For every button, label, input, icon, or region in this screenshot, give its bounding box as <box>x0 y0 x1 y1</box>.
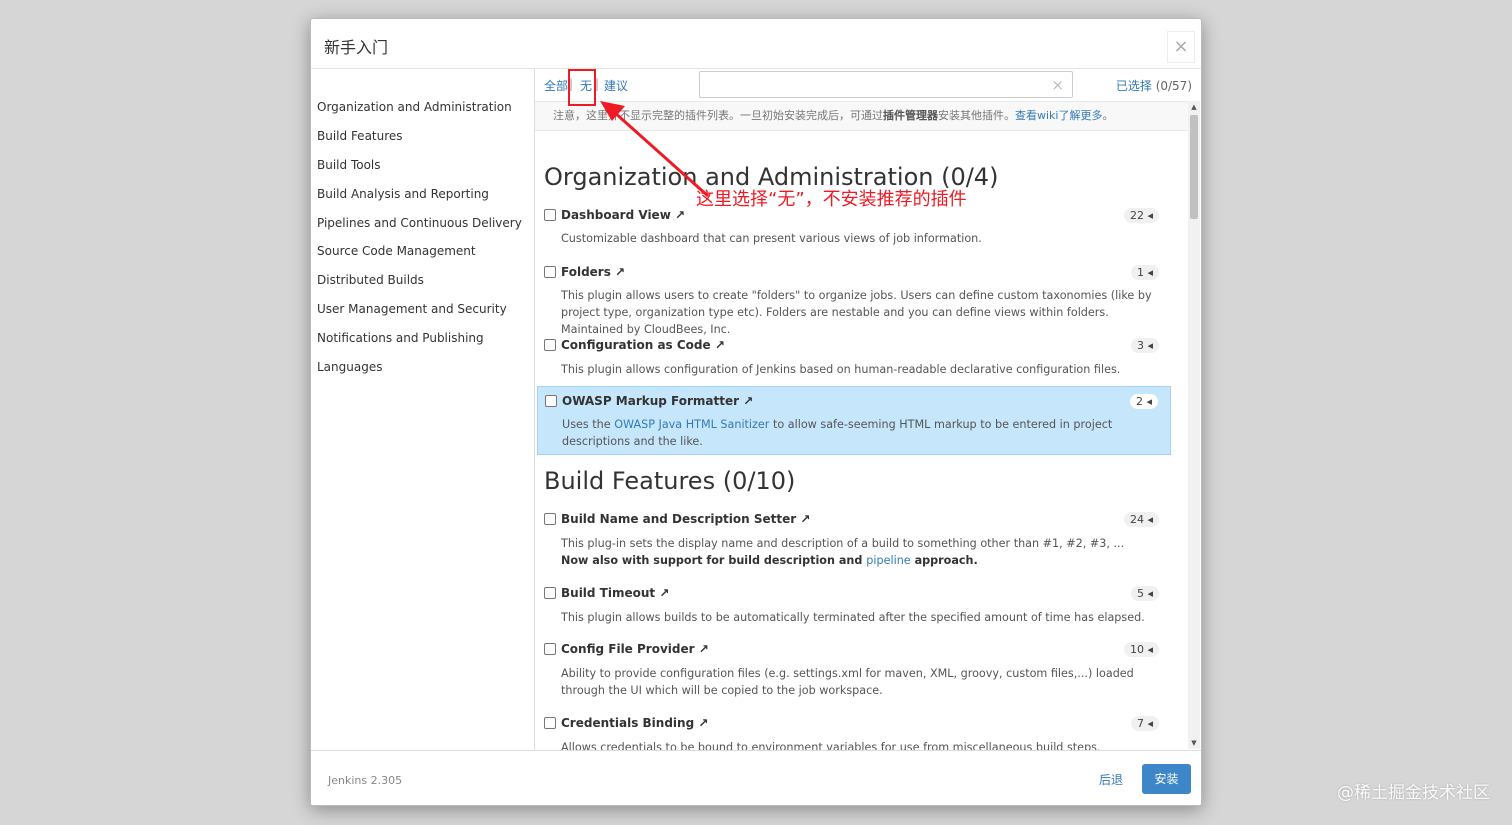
category-sidebar: Organization and Administration Build Fe… <box>311 69 535 750</box>
plugin-row: Dashboard View ↗ 22 ◂ Customizable dashb… <box>537 205 1171 251</box>
watermark: @稀土掘金技术社区 <box>1337 783 1490 803</box>
dialog-title: 新手入门 <box>324 38 389 57</box>
scroll-down-icon[interactable]: ▼ <box>1190 739 1198 747</box>
sidebar-item-build-tools[interactable]: Build Tools <box>317 158 381 172</box>
clear-search-icon[interactable]: × <box>1051 76 1064 94</box>
sidebar-item-user-management[interactable]: User Management and Security <box>317 302 507 316</box>
back-button[interactable]: 后退 <box>1099 771 1123 788</box>
annotation-highlight-box <box>568 69 596 106</box>
sidebar-item-scm[interactable]: Source Code Management <box>317 244 476 258</box>
dependency-count-badge[interactable]: 22 ◂ <box>1123 208 1159 223</box>
plugin-checkbox[interactable] <box>544 513 556 525</box>
plugin-checkbox[interactable] <box>544 266 556 278</box>
filter-all-link[interactable]: 全部 <box>544 77 568 94</box>
dependency-count-badge[interactable]: 7 ◂ <box>1130 716 1159 731</box>
plugin-checkbox[interactable] <box>544 587 556 599</box>
plugin-description: Ability to provide configuration files (… <box>561 667 1134 697</box>
notice-plugin-manager: 插件管理器 <box>883 109 938 122</box>
scroll-thumb[interactable] <box>1190 115 1198 219</box>
dialog-header: 新手入门 × <box>311 19 1201 69</box>
plugin-list-panel: 全部 | 无 | 建议 × 已选择 (0/57) 注意，这里并不显示完整的插件列… <box>535 69 1201 754</box>
plugin-checkbox[interactable] <box>544 339 556 351</box>
plugin-name-link[interactable]: Build Timeout ↗ <box>561 586 669 600</box>
plugin-row: Credentials Binding ↗ 7 ◂ Allows credent… <box>537 713 1171 754</box>
filter-bar: 全部 | 无 | 建议 × 已选择 (0/57) <box>535 69 1201 101</box>
plugin-name-link[interactable]: OWASP Markup Formatter ↗ <box>562 394 753 408</box>
selected-count-link[interactable]: 已选择 (0/57) <box>1116 77 1192 94</box>
plugin-description: This plug-in sets the display name and d… <box>561 537 1125 567</box>
plugin-name-link[interactable]: Folders ↗ <box>561 265 625 279</box>
sidebar-item-build-features[interactable]: Build Features <box>317 129 403 143</box>
pipeline-link[interactable]: pipeline <box>866 554 910 567</box>
notice-suffix: 。 <box>1102 109 1114 122</box>
owasp-sanitizer-link[interactable]: OWASP Java HTML Sanitizer <box>614 418 769 431</box>
selected-label: 已选择 <box>1115 79 1152 93</box>
plugin-name-link[interactable]: Configuration as Code ↗ <box>561 338 725 352</box>
plugin-name-link[interactable]: Config File Provider ↗ <box>561 642 709 656</box>
sidebar-item-organization[interactable]: Organization and Administration <box>317 100 512 114</box>
plugin-checkbox[interactable] <box>544 643 556 655</box>
plugin-list-scrollbar[interactable]: ▲ ▼ <box>1188 101 1200 749</box>
plugin-row: Config File Provider ↗ 10 ◂ Ability to p… <box>537 639 1171 699</box>
section-title-build-features: Build Features (0/10) <box>544 467 796 495</box>
sidebar-item-distributed-builds[interactable]: Distributed Builds <box>317 273 424 287</box>
plugin-row: Folders ↗ 1 ◂ This plugin allows users t… <box>537 262 1171 336</box>
close-icon[interactable]: × <box>1167 31 1195 63</box>
plugin-description: Uses the OWASP Java HTML Sanitizer to al… <box>562 418 1113 448</box>
plugin-checkbox[interactable] <box>544 209 556 221</box>
plugin-name-link[interactable]: Build Name and Description Setter ↗ <box>561 512 810 526</box>
jenkins-version: Jenkins 2.305 <box>328 774 403 787</box>
plugin-name-link[interactable]: Credentials Binding ↗ <box>561 716 708 730</box>
plugin-checkbox[interactable] <box>545 395 557 407</box>
plugin-row: Build Name and Description Setter ↗ 24 ◂… <box>537 509 1171 571</box>
notice-wiki-link[interactable]: 查看wiki了解更多 <box>1015 109 1102 122</box>
plugin-row-highlighted: OWASP Markup Formatter ↗ 2 ◂ Uses the OW… <box>537 386 1171 455</box>
sidebar-item-notifications[interactable]: Notifications and Publishing <box>317 331 484 345</box>
dependency-count-badge[interactable]: 10 ◂ <box>1123 642 1159 657</box>
plugin-description: Customizable dashboard that can present … <box>561 232 982 245</box>
plugin-search-input[interactable]: × <box>699 71 1073 98</box>
sidebar-item-build-analysis[interactable]: Build Analysis and Reporting <box>317 187 489 201</box>
dependency-count-badge[interactable]: 1 ◂ <box>1130 265 1159 280</box>
annotation-text: 这里选择“无”，不安装推荐的插件 <box>696 189 967 210</box>
install-button[interactable]: 安装 <box>1142 764 1191 794</box>
notice-bar: 注意，这里并不显示完整的插件列表。一旦初始安装完成后，可通过插件管理器安装其他插… <box>535 101 1188 131</box>
plugin-row: Configuration as Code ↗ 3 ◂ This plugin … <box>537 335 1171 379</box>
sidebar-item-languages[interactable]: Languages <box>317 360 382 374</box>
setup-wizard-dialog: 新手入门 × Organization and Administration B… <box>310 18 1202 806</box>
scroll-up-icon[interactable]: ▲ <box>1190 103 1198 111</box>
plugin-description: This plugin allows builds to be automati… <box>561 611 1145 624</box>
selected-count-value: (0/57) <box>1155 79 1192 93</box>
dependency-count-badge[interactable]: 5 ◂ <box>1130 586 1159 601</box>
notice-prefix: 注意，这里并不显示完整的插件列表。一旦初始安装完成后，可通过 <box>553 109 883 122</box>
plugin-description: This plugin allows users to create "fold… <box>561 289 1152 336</box>
dependency-count-badge[interactable]: 2 ◂ <box>1129 394 1158 409</box>
notice-middle: 安装其他插件。 <box>938 109 1015 122</box>
plugin-row: Build Timeout ↗ 5 ◂ This plugin allows b… <box>537 583 1171 627</box>
plugin-name-link[interactable]: Dashboard View ↗ <box>561 208 685 222</box>
plugin-checkbox[interactable] <box>544 717 556 729</box>
sidebar-item-pipelines[interactable]: Pipelines and Continuous Delivery <box>317 216 522 230</box>
dependency-count-badge[interactable]: 24 ◂ <box>1123 512 1159 527</box>
dialog-footer: Jenkins 2.305 后退 安装 <box>311 750 1201 805</box>
filter-suggested-link[interactable]: 建议 <box>604 77 628 94</box>
dependency-count-badge[interactable]: 3 ◂ <box>1130 338 1159 353</box>
plugin-description: This plugin allows configuration of Jenk… <box>561 363 1121 376</box>
